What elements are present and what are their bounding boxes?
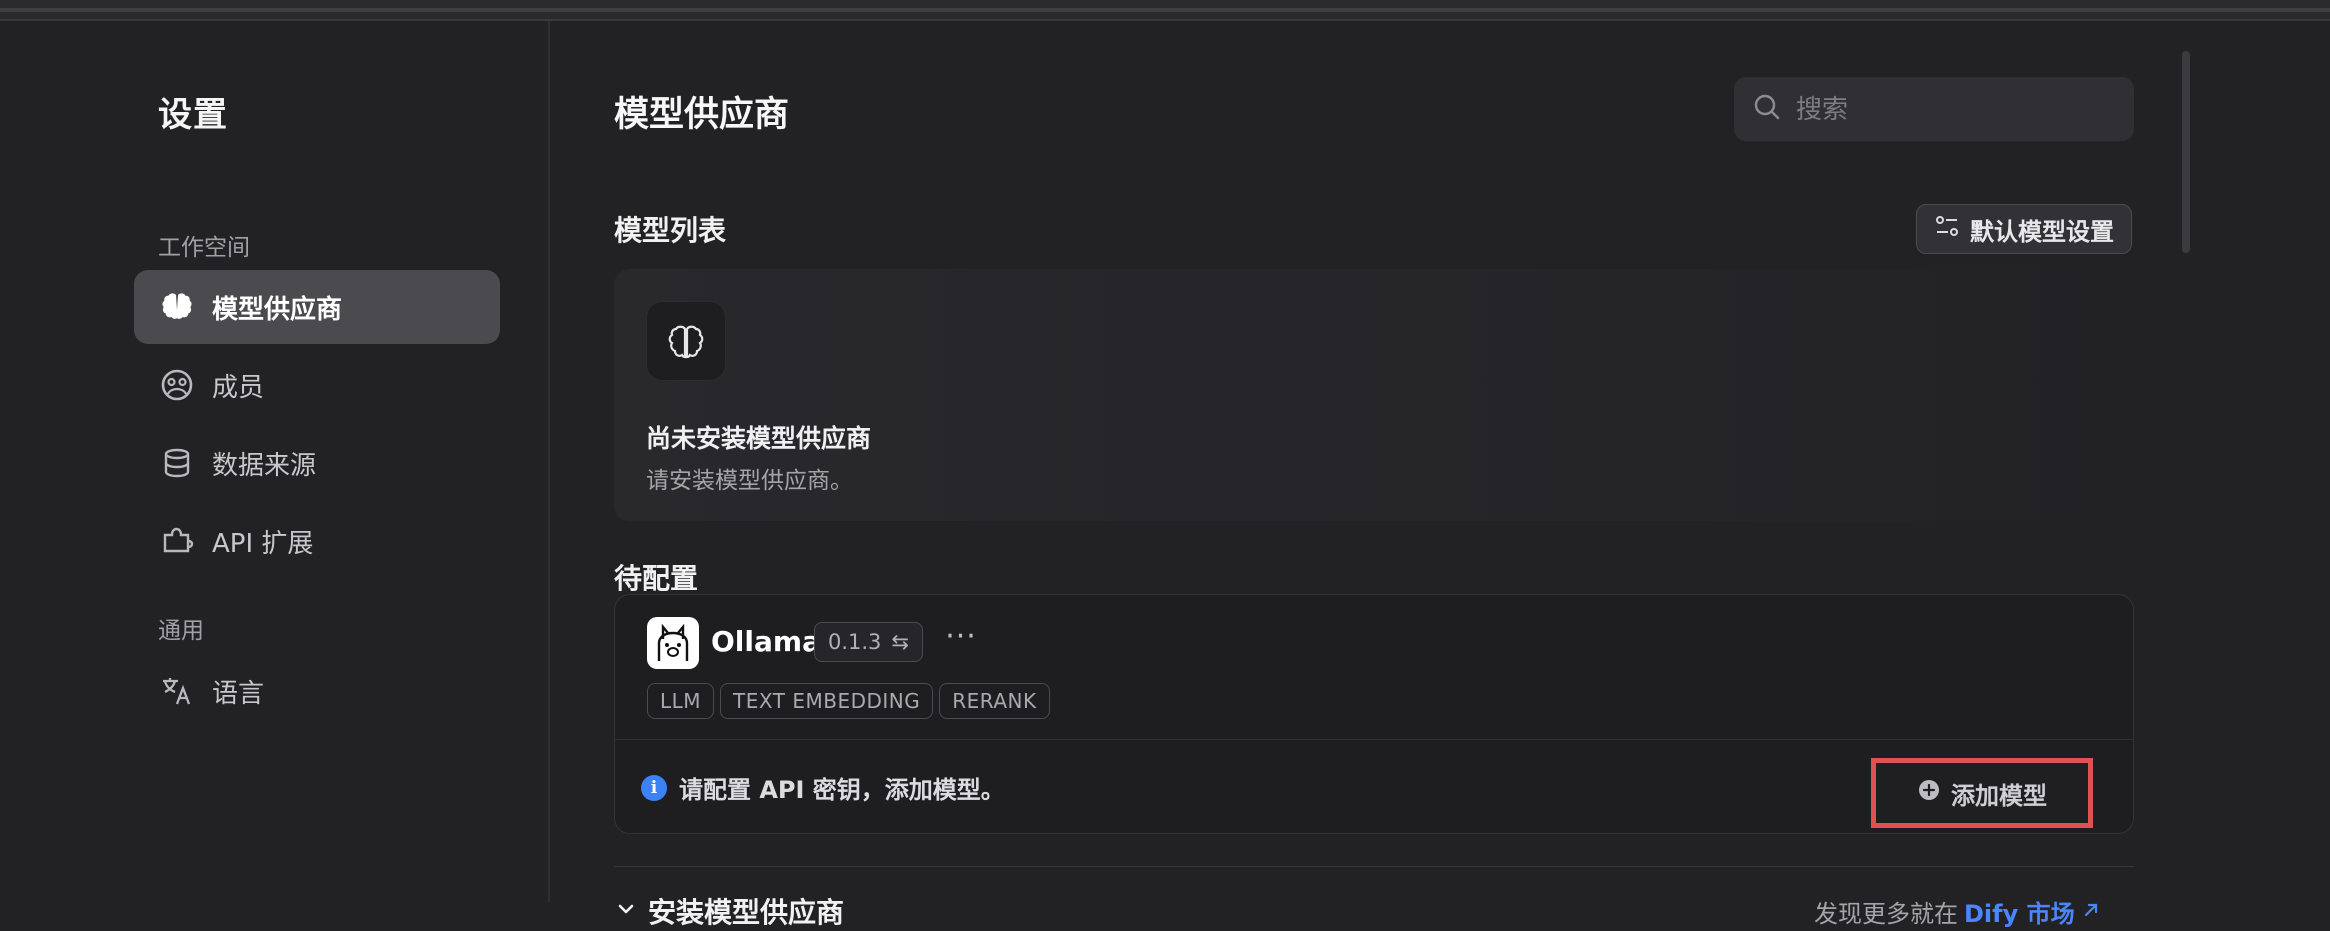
sidebar-item-members[interactable]: 成员 [134, 348, 500, 422]
chevron-down-icon [614, 895, 638, 928]
sidebar-item-label: 语言 [212, 678, 265, 709]
search-box[interactable] [1734, 77, 2134, 141]
sidebar-item-api-extension[interactable]: API 扩展 [134, 504, 500, 578]
section-separator [614, 866, 2134, 867]
dify-market-link[interactable]: Dify 市场 [1964, 894, 2075, 929]
provider-tag: RERANK [939, 683, 1050, 719]
provider-config-notice: 请配置 API 密钥，添加模型。 [679, 776, 1005, 804]
sidebar-item-language[interactable]: 语言 [134, 654, 500, 728]
default-model-settings-button[interactable]: 默认模型设置 [1916, 204, 2132, 254]
empty-state-title: 尚未安装模型供应商 [646, 424, 872, 453]
empty-state-icon-box [646, 301, 726, 381]
sidebar-item-label: 数据来源 [212, 450, 317, 481]
brain-icon [160, 290, 194, 324]
settings-sliders-icon [1934, 213, 1960, 245]
provider-tag: LLM [647, 683, 715, 719]
pending-config-title: 待配置 [614, 562, 699, 595]
switch-version-icon: ⇆ [891, 630, 910, 654]
section-label-workspace: 工作空间 [158, 235, 250, 261]
provider-card-ollama: Ollama 0.1.3 ⇆ ··· LLM TEXT EMBEDDING RE… [614, 594, 2134, 834]
sidebar-title: 设置 [158, 95, 228, 135]
add-model-button[interactable]: 添加模型 [1871, 758, 2093, 828]
provider-card-header: Ollama 0.1.3 ⇆ ··· LLM TEXT EMBEDDING RE… [615, 595, 2133, 739]
ollama-logo-icon [647, 617, 699, 669]
discover-more: 发现更多就在 Dify 市场 [1814, 894, 2101, 929]
plus-circle-icon [1917, 778, 1941, 808]
install-providers-title: 安装模型供应商 [648, 896, 845, 929]
brain-outline-icon [668, 325, 704, 359]
sidebar-item-label: 模型供应商 [212, 294, 343, 325]
sidebar-item-label: 成员 [212, 372, 265, 403]
database-icon [160, 446, 194, 480]
provider-tags: LLM TEXT EMBEDDING RERANK [647, 683, 1050, 719]
add-model-label: 添加模型 [1951, 781, 2047, 810]
page-title: 模型供应商 [614, 95, 790, 135]
window-top-bar [0, 0, 2330, 21]
model-list-title: 模型列表 [614, 214, 727, 247]
default-model-settings-label: 默认模型设置 [1970, 217, 2114, 246]
provider-version: 0.1.3 [827, 630, 882, 654]
sidebar-item-label: API 扩展 [212, 528, 314, 559]
section-label-general: 通用 [158, 618, 204, 644]
search-icon [1752, 92, 1782, 126]
provider-version-badge[interactable]: 0.1.3 ⇆ [814, 622, 923, 662]
discover-more-text: 发现更多就在 [1814, 900, 1958, 928]
search-input[interactable] [1794, 92, 2114, 126]
settings-sidebar: 设置 工作空间 模型供应商 成员 数据来源 API 扩展 通用 语言 [0, 21, 550, 902]
sidebar-item-data-sources[interactable]: 数据来源 [134, 426, 500, 500]
more-options-button[interactable]: ··· [941, 617, 981, 657]
provider-name: Ollama [711, 625, 821, 658]
members-icon [160, 368, 194, 402]
empty-state-description: 请安装模型供应商。 [646, 468, 853, 494]
sidebar-item-model-providers[interactable]: 模型供应商 [134, 270, 500, 344]
translate-icon [160, 674, 194, 708]
model-list-empty-panel: 尚未安装模型供应商 请安装模型供应商。 [614, 269, 2134, 521]
main-content: 模型供应商 模型列表 默认模型设置 [552, 21, 2330, 929]
window-top-line [0, 8, 2330, 12]
provider-tag: TEXT EMBEDDING [720, 683, 934, 719]
main-scrollbar[interactable] [2182, 51, 2190, 253]
info-icon: i [641, 774, 667, 801]
puzzle-icon [160, 524, 194, 558]
